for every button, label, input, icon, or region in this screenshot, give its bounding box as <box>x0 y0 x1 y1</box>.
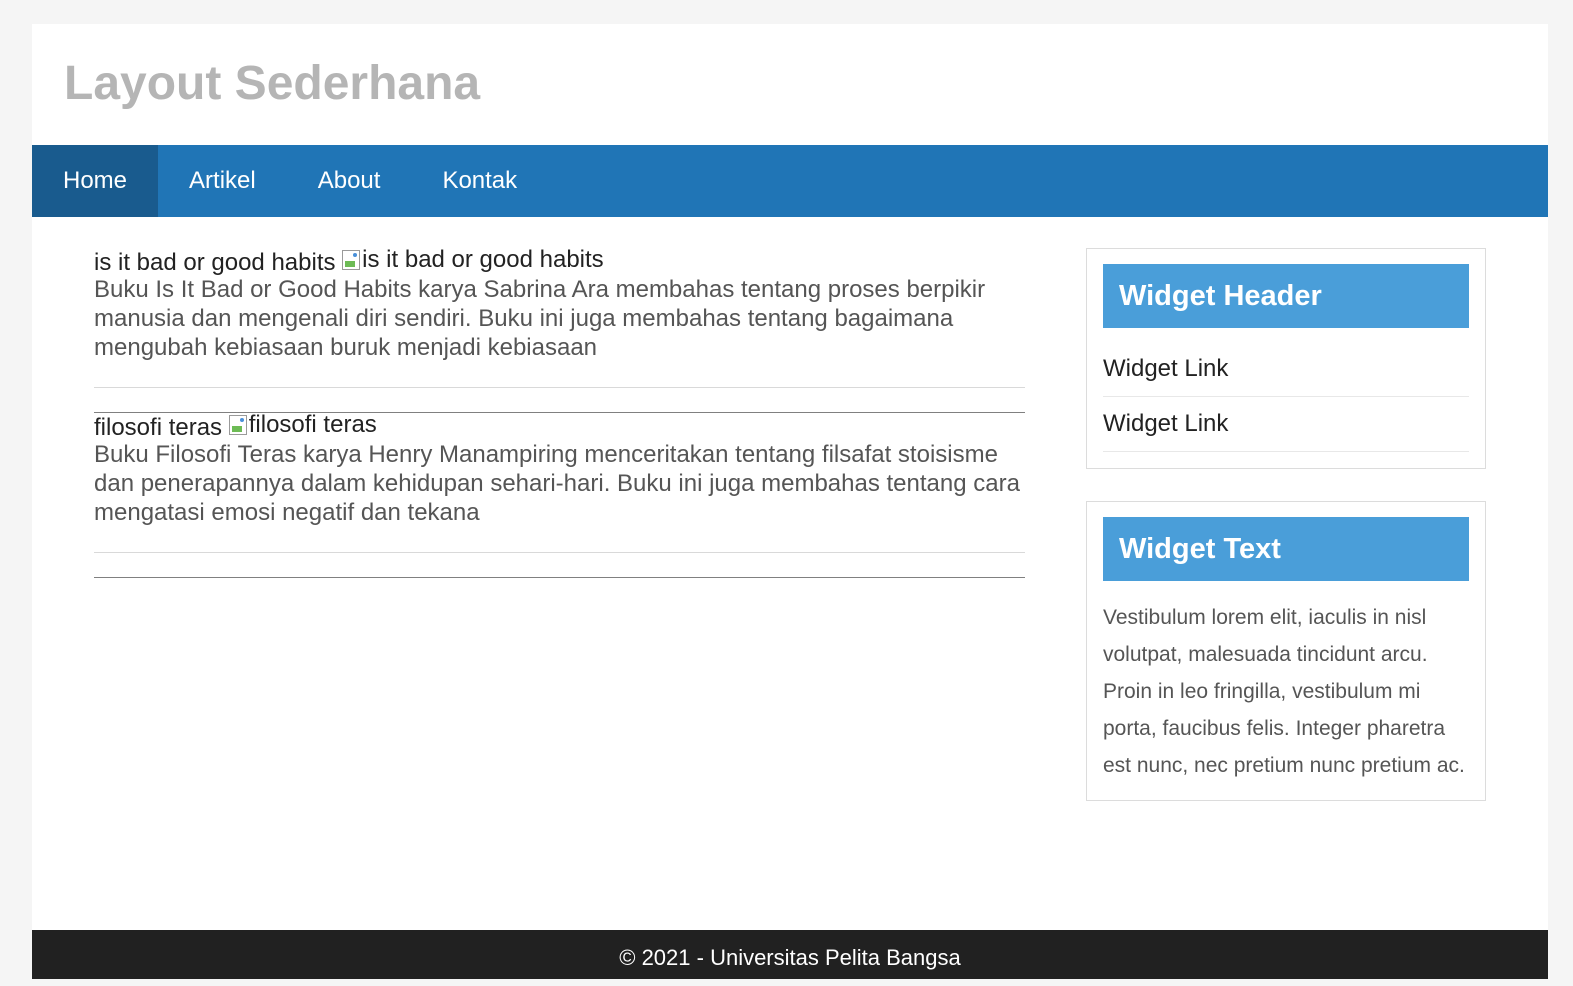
widget-header-title: Widget Header <box>1103 264 1469 328</box>
broken-image: filosofi teras <box>228 411 377 439</box>
article-description: Buku Filosofi Teras karya Henry Manampir… <box>94 441 1020 526</box>
nav-item-home[interactable]: Home <box>32 145 159 217</box>
footer-text: © 2021 - Universitas Pelita Bangsa <box>619 945 961 970</box>
site-footer: © 2021 - Universitas Pelita Bangsa <box>32 930 1548 979</box>
widget-link[interactable]: Widget Link <box>1103 397 1469 452</box>
widget-text-box: Widget Text Vestibulum lorem elit, iacul… <box>1086 501 1486 801</box>
broken-image-icon <box>228 415 247 435</box>
widget-text-title: Widget Text <box>1103 517 1469 581</box>
article-title[interactable]: filosofi teras <box>94 414 222 441</box>
nav-item-about[interactable]: About <box>287 145 412 217</box>
site-header: Layout Sederhana <box>32 24 1548 145</box>
site-title: Layout Sederhana <box>64 57 481 110</box>
broken-image-icon <box>342 250 361 270</box>
widget-link[interactable]: Widget Link <box>1103 342 1469 397</box>
article-item: filosofi teras filosofi teras Buku Filos… <box>94 411 1025 527</box>
divider <box>94 577 1025 578</box>
article-description: Buku Is It Bad or Good Habits karya Sabr… <box>94 276 986 361</box>
divider <box>94 387 1025 388</box>
divider <box>94 552 1025 553</box>
article-title[interactable]: is it bad or good habits <box>94 249 336 276</box>
main-nav: Home Artikel About Kontak <box>32 145 1548 217</box>
page-container: Layout Sederhana Home Artikel About Kont… <box>32 24 1548 979</box>
article-item: is it bad or good habits is it bad or go… <box>94 246 1025 362</box>
image-alt-text: is it bad or good habits <box>362 246 604 273</box>
nav-item-artikel[interactable]: Artikel <box>158 145 287 217</box>
widget-header-box: Widget Header Widget Link Widget Link <box>1086 248 1486 469</box>
widget-links: Widget Link Widget Link <box>1103 342 1469 452</box>
broken-image: is it bad or good habits <box>342 246 604 274</box>
nav-item-kontak[interactable]: Kontak <box>411 145 548 217</box>
widget-text-body: Vestibulum lorem elit, iaculis in nisl v… <box>1103 606 1465 777</box>
image-alt-text: filosofi teras <box>248 411 377 438</box>
